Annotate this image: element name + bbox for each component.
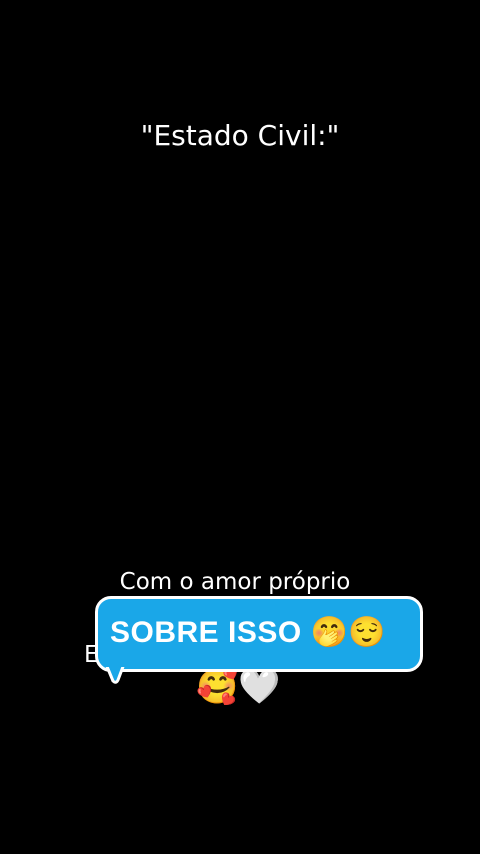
sticker-tail-icon	[104, 664, 126, 684]
sobre-isso-sticker[interactable]: SOBRE ISSO 🤭😌	[95, 596, 423, 672]
sticker-text: SOBRE ISSO	[110, 616, 302, 649]
caption-amor-proprio: Com o amor próprio	[0, 564, 480, 600]
caption-estado-civil: "Estado Civil:"	[140, 119, 340, 152]
sticker-emojis: 🤭😌	[310, 616, 387, 649]
sticker-label: SOBRE ISSO 🤭😌	[110, 613, 386, 653]
caption-line-1: Com o amor próprio	[119, 569, 351, 595]
